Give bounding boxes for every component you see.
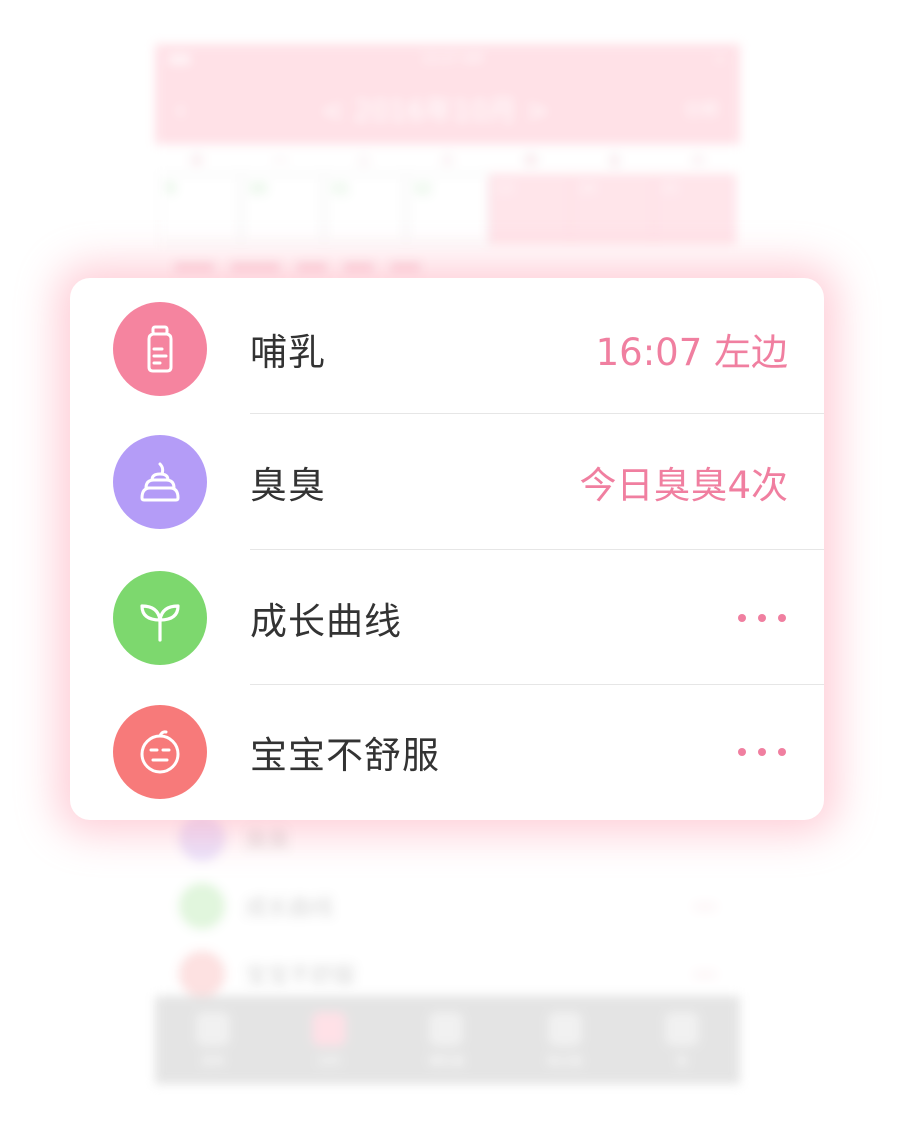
status-bar: ▮▮▮ 13:27 AM ▭ [155,44,740,74]
tab-calendar[interactable]: 日历 [312,1011,347,1069]
calendar-days: 9 10 11 12 13 14 15 [159,174,736,244]
tab-label: 我 [675,1053,688,1068]
list-item-label: 成长曲线 [245,896,334,921]
feeding-label: 哺乳 [250,330,326,374]
unwell-label: 宝宝不舒服 [250,733,440,777]
weekday: 三 [440,153,454,169]
bag-icon [547,1011,582,1046]
back-icon[interactable]: ‹ [175,93,186,126]
poop-label: 臭臭 [250,463,326,507]
poop-row[interactable]: 臭臭 今日臭臭4次 [70,414,824,549]
quick-record-popup: 哺乳 16:07 左边 臭臭 今日臭臭4次 成长曲线 宝宝不舒服 [70,278,824,820]
calendar-day[interactable]: 13 [488,174,572,244]
tab-label: 哺乳篇 [428,1053,465,1068]
list-item-label: 宝宝不舒服 [245,964,356,989]
sick-face-icon [179,951,225,997]
weekday: 一 [273,153,287,169]
nav-right-button[interactable]: 分析 [684,96,720,122]
sprout-icon [179,883,225,929]
baby-bottle-icon [113,301,207,396]
weekday: 五 [608,153,622,169]
weekday: 六 [691,153,705,169]
nav-title: < 2016年10月 > [321,94,549,127]
calendar-day[interactable]: 15 [653,174,736,244]
search-icon [429,1011,464,1046]
poop-icon [113,434,207,529]
unwell-row[interactable]: 宝宝不舒服 [70,684,824,819]
menu-icon [196,1011,231,1046]
tab-label: 每日报 [546,1053,583,1068]
sick-face-icon [113,704,207,799]
sprout-icon [113,570,207,665]
tab-label: 菜单 [201,1053,226,1068]
calendar-day[interactable]: 10 [241,174,324,244]
battery-icon: ▭ [713,51,726,67]
background-list: 臭臭 成长曲线 — 宝宝不舒服 — [155,804,740,1008]
list-item: 成长曲线 — [155,872,740,940]
signal-icon: ▮▮▮ [169,51,191,67]
tab-feeding[interactable]: 哺乳篇 [428,1011,465,1069]
tab-me[interactable]: 我 [664,1011,699,1069]
calendar-day[interactable]: 11 [323,174,407,244]
weekday: 四 [524,153,538,169]
weekday: 二 [357,153,371,169]
more-icon: — [694,893,716,919]
calendar-day[interactable]: 14 [571,174,654,244]
feeding-value: 16:07 左边 [595,330,788,374]
more-icon[interactable] [738,747,786,756]
more-icon: — [694,961,716,987]
calendar-day[interactable]: 9 [159,174,242,244]
status-time: 13:27 AM [421,51,483,67]
calendar-day[interactable]: 12 [406,174,489,244]
poop-count-value: 今日臭臭4次 [579,463,788,507]
tab-label: 日历 [317,1053,342,1068]
tab-menu[interactable]: 菜单 [196,1011,231,1069]
growth-curve-label: 成长曲线 [250,599,402,643]
list-item-label: 臭臭 [245,828,290,853]
feeding-row[interactable]: 哺乳 16:07 左边 [70,281,824,416]
profile-icon [664,1011,699,1046]
calendar-icon [312,1011,347,1046]
tab-bar: 菜单 日历 哺乳篇 每日报 我 [155,996,740,1084]
more-icon[interactable] [738,613,786,622]
weekday-row: 日 一 二 三 四 五 六 [155,144,740,174]
nav-bar: ‹ < 2016年10月 > 分析 [155,74,740,144]
poop-icon [179,815,225,861]
growth-curve-row[interactable]: 成长曲线 [70,550,824,685]
weekday: 日 [190,153,204,169]
tab-daily[interactable]: 每日报 [546,1011,583,1069]
